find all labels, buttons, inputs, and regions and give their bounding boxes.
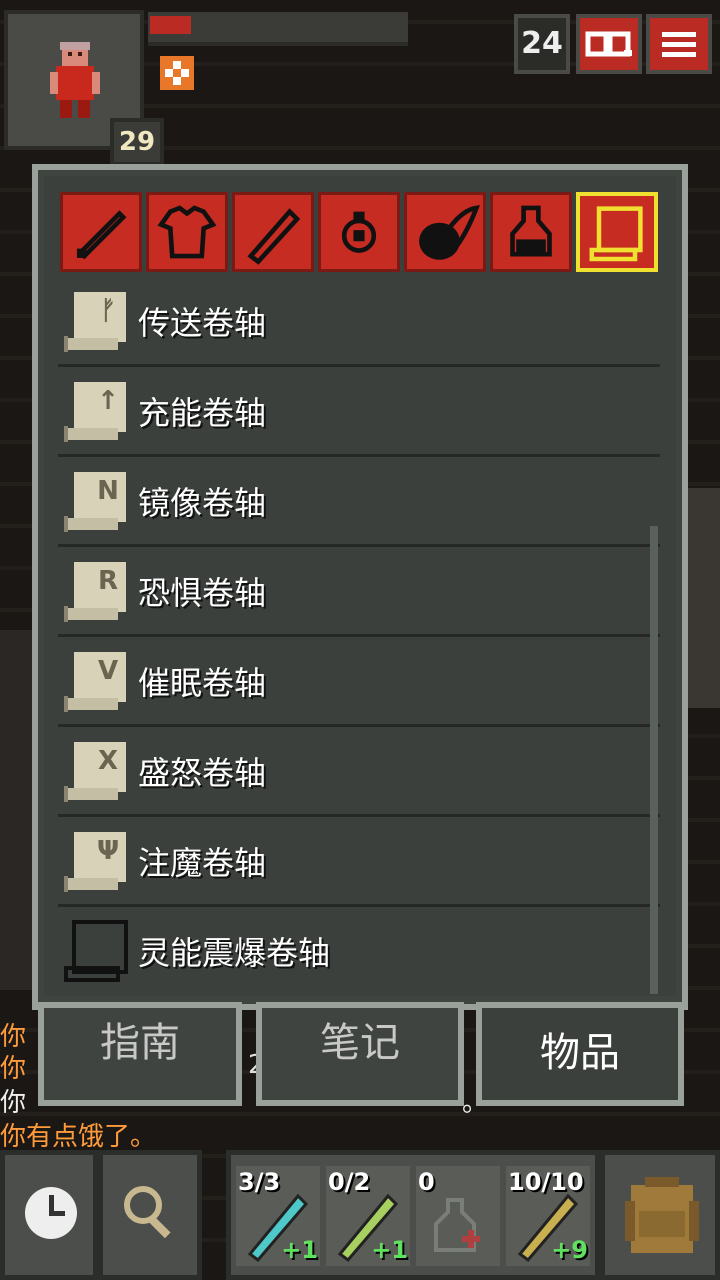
tab-scrolls[interactable]: [576, 192, 658, 272]
list-item[interactable]: V 催眠卷轴: [58, 638, 660, 728]
log-line: 你: [0, 1088, 27, 1118]
quickslot[interactable]: 0/2 +1: [326, 1166, 410, 1266]
hp-bar-fill: [150, 16, 191, 34]
list-item[interactable]: X 盛怒卷轴: [58, 728, 660, 818]
list-item[interactable]: Ψ 注魔卷轴: [58, 818, 660, 908]
list-item[interactable]: 灵能震爆卷轴: [58, 908, 660, 998]
quickslot-count: 0/2: [328, 1168, 371, 1196]
quickslot-count: 3/3: [238, 1168, 281, 1196]
quickslot-bonus: +9: [551, 1236, 588, 1264]
tab-weapons[interactable]: [60, 192, 142, 272]
row-divider: [58, 544, 660, 547]
scroll-icon: [589, 206, 643, 262]
clock-icon: [25, 1187, 77, 1239]
tab-notes[interactable]: 笔记: [256, 1002, 464, 1106]
rune-glyph: R: [97, 566, 119, 596]
rune-glyph: ↑: [97, 386, 119, 416]
item-label: 注魔卷轴: [138, 844, 267, 882]
item-label: 催眠卷轴: [138, 664, 267, 702]
rune-glyph: V: [97, 656, 119, 686]
rune-glyph: N: [97, 476, 119, 506]
search-button[interactable]: [98, 1150, 202, 1280]
journal-button[interactable]: [576, 14, 642, 74]
hero-portrait: [50, 42, 100, 118]
row-divider: [58, 724, 660, 727]
item-label: 镜像卷轴: [138, 484, 267, 522]
tab-potions[interactable]: [490, 192, 572, 272]
menu-icon: [662, 32, 696, 57]
tab-armor[interactable]: [146, 192, 228, 272]
list-item[interactable]: R 恐惧卷轴: [58, 548, 660, 638]
item-label: 灵能震爆卷轴: [138, 934, 331, 972]
tab-wands[interactable]: [232, 192, 314, 272]
weapon-icon: [76, 210, 127, 260]
row-divider: [58, 814, 660, 817]
backpack-button[interactable]: [600, 1150, 720, 1280]
row-divider: [58, 454, 660, 457]
rune-glyph: Ψ: [96, 836, 120, 866]
scroll-icon: [64, 920, 128, 982]
quickslot-count: 10/10: [508, 1168, 584, 1196]
artifact-icon: [419, 205, 481, 260]
quickslot[interactable]: 3/3 +1: [236, 1166, 320, 1266]
row-divider: [58, 364, 660, 367]
tab-items[interactable]: 物品: [476, 1002, 684, 1106]
item-label: 充能卷轴: [138, 394, 267, 432]
log-line: 你: [0, 1054, 27, 1084]
item-label: 传送卷轴: [138, 304, 267, 342]
item-label: 盛怒卷轴: [138, 754, 267, 792]
menu-button[interactable]: [646, 14, 712, 74]
wand-icon: [247, 208, 301, 265]
backpack-icon: [625, 1177, 699, 1253]
list-item[interactable]: ᚠ 传送卷轴: [58, 278, 660, 368]
quickslot-bonus: +1: [371, 1236, 408, 1264]
depth-indicator[interactable]: 24: [514, 14, 570, 74]
tab-rings[interactable]: [318, 192, 400, 272]
search-icon: [124, 1186, 171, 1239]
list-item[interactable]: N 镜像卷轴: [58, 458, 660, 548]
quickslot[interactable]: 10/10 +9: [506, 1166, 590, 1266]
tab-guide[interactable]: 指南: [38, 1002, 242, 1106]
log-line: 你有点饿了。: [0, 1122, 157, 1152]
wait-button[interactable]: [0, 1150, 98, 1280]
row-divider: [58, 904, 660, 907]
hero-level: 29: [110, 118, 164, 166]
item-label: 恐惧卷轴: [138, 574, 267, 612]
quickslot-count: 0: [418, 1168, 435, 1196]
quickslot[interactable]: 0: [416, 1166, 500, 1266]
rune-glyph: ᚠ: [100, 296, 116, 326]
dungeon-wall: [684, 488, 720, 708]
journal-icon: [585, 31, 632, 57]
ring-icon: [341, 211, 377, 253]
armor-icon: [157, 205, 217, 259]
buff-icon[interactable]: [160, 56, 194, 90]
rune-glyph: X: [97, 746, 119, 776]
row-divider: [58, 634, 660, 637]
tab-artifacts[interactable]: [404, 192, 486, 272]
list-scrollbar[interactable]: [650, 526, 658, 994]
list-item[interactable]: ↑ 充能卷轴: [58, 368, 660, 458]
quickslot-bonus: +1: [281, 1236, 318, 1264]
potion-icon: [510, 205, 552, 257]
